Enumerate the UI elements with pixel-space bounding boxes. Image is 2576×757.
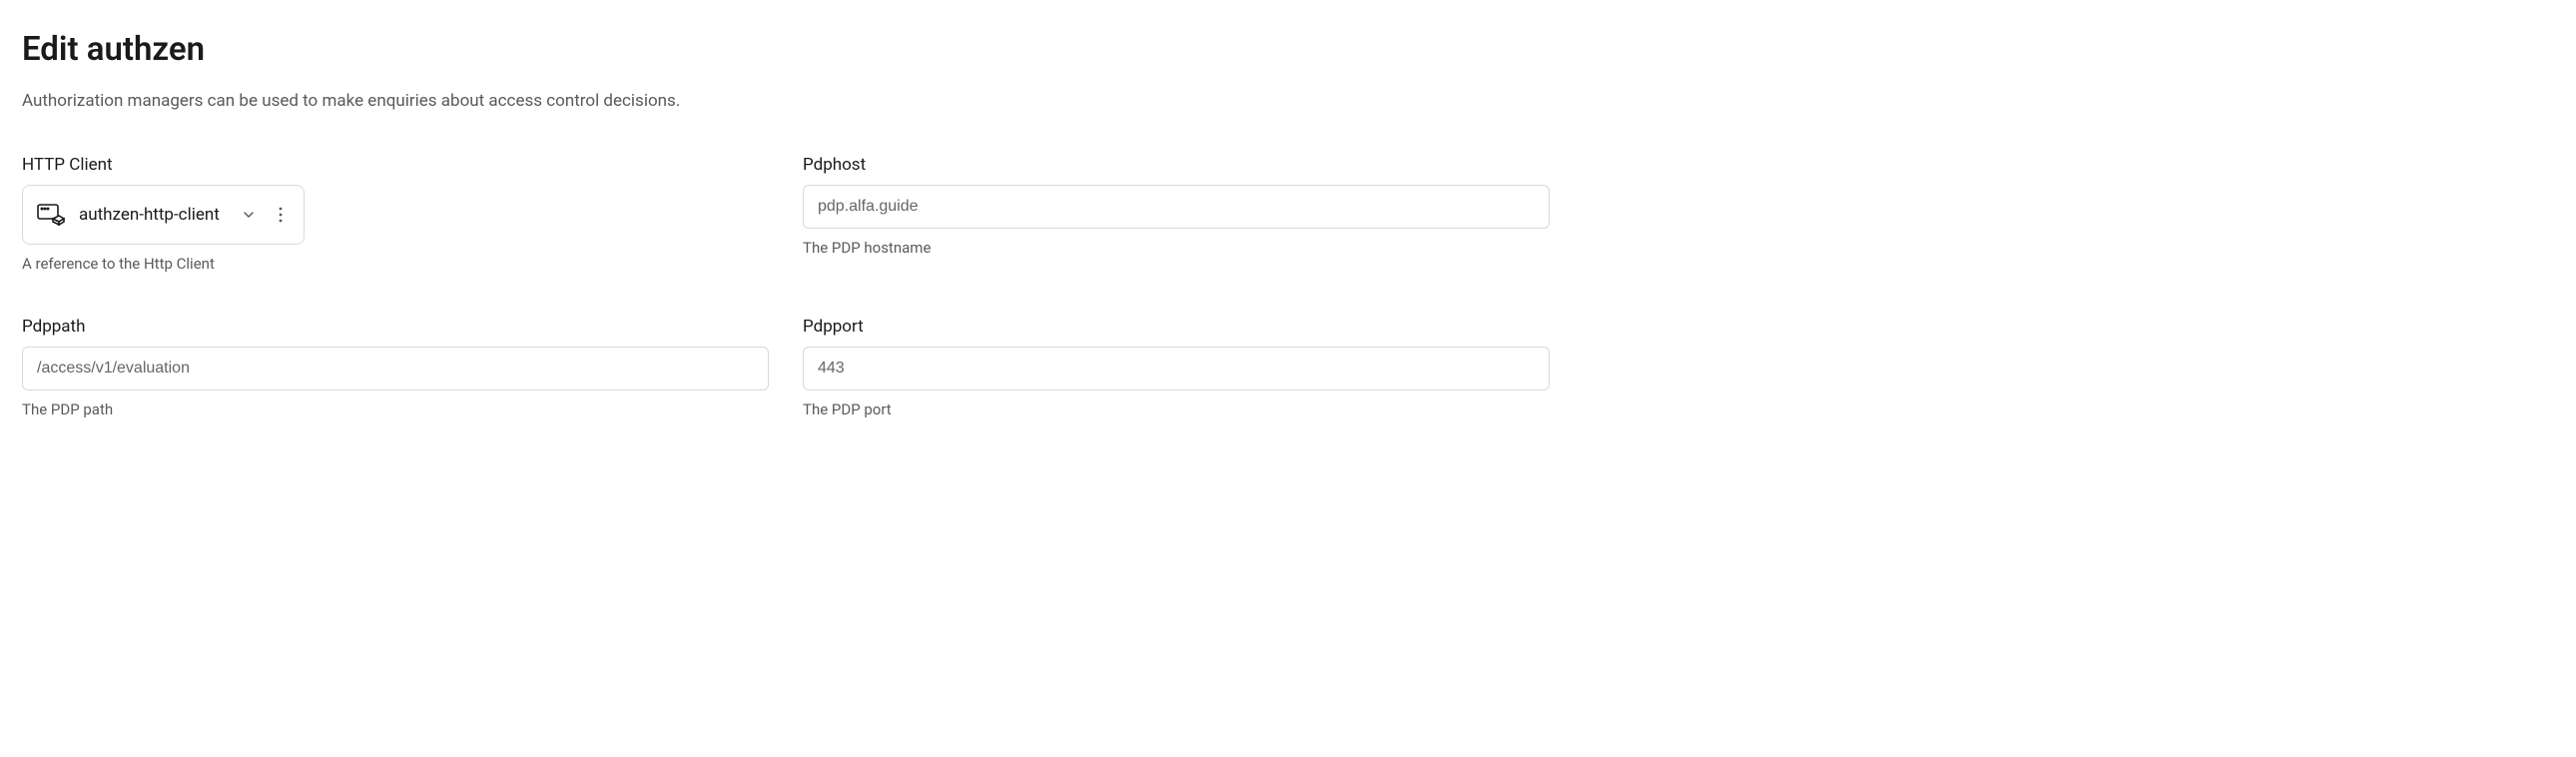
more-menu-icon[interactable]: [272, 206, 290, 224]
pdphost-label: Pdphost: [803, 155, 1550, 175]
form-grid: HTTP Client authzen-http-client: [22, 155, 1550, 418]
page-description: Authorization managers can be used to ma…: [22, 91, 2554, 111]
field-http-client: HTTP Client authzen-http-client: [22, 155, 769, 273]
field-pdphost: Pdphost The PDP hostname: [803, 155, 1550, 273]
pdppath-label: Pdppath: [22, 317, 769, 337]
pdppath-help: The PDP path: [22, 400, 769, 418]
pdpport-label: Pdpport: [803, 317, 1550, 337]
http-client-help: A reference to the Http Client: [22, 255, 769, 273]
pdphost-help: The PDP hostname: [803, 239, 1550, 257]
pdphost-input[interactable]: [803, 185, 1550, 229]
http-client-label: HTTP Client: [22, 155, 769, 175]
field-pdppath: Pdppath The PDP path: [22, 317, 769, 418]
page-title: Edit authzen: [22, 30, 2554, 69]
http-client-picker[interactable]: authzen-http-client: [22, 185, 305, 245]
pdppath-input[interactable]: [22, 347, 769, 390]
field-pdpport: Pdpport The PDP port: [803, 317, 1550, 418]
http-client-resource-icon: [37, 201, 65, 229]
chevron-down-icon[interactable]: [240, 208, 258, 222]
pdpport-help: The PDP port: [803, 400, 1550, 418]
pdpport-input[interactable]: [803, 347, 1550, 390]
http-client-value: authzen-http-client: [79, 205, 220, 225]
